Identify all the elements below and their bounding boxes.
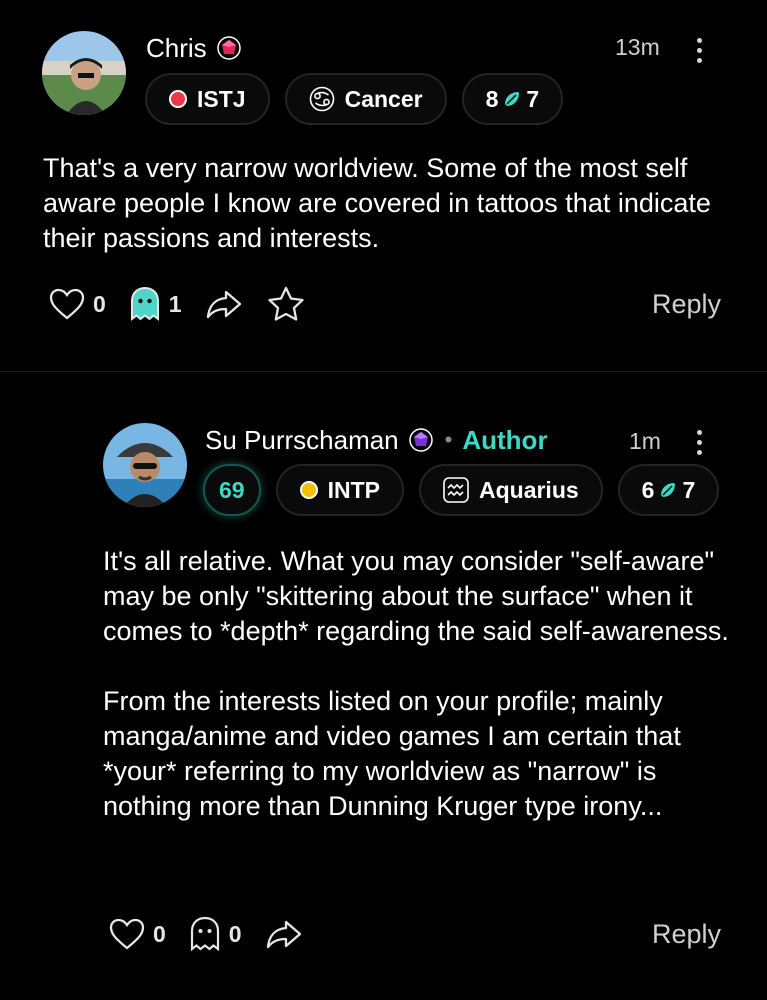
mbti-label: INTP [327,476,380,503]
mbti-badge[interactable]: INTP [275,464,404,516]
profile-badges: 69 INTP Aquarius 6 7 [203,464,720,516]
author-name[interactable]: Su Purrschaman [205,425,399,456]
enneagram-gem-icon [661,483,676,497]
zodiac-label: Aquarius [478,476,579,503]
author-tag: Author [462,424,548,455]
comment-body: It's all relative. What you may consider… [103,546,729,821]
share-button[interactable] [264,917,304,951]
enneagram-left: 6 [641,476,655,503]
avatar[interactable] [103,423,187,507]
score-badge[interactable]: 69 [203,464,261,516]
timestamp: 1m [629,428,661,454]
comment-su-purrschaman: Su Purrschaman • Author 1m 69 INTP Aquar… [0,0,767,1000]
zodiac-badge[interactable]: Aquarius [418,464,603,516]
score-value: 69 [219,476,245,503]
enneagram-right: 7 [682,476,696,503]
reply-button[interactable]: Reply [652,919,721,950]
aquarius-icon [443,477,469,503]
more-icon[interactable] [694,430,704,455]
ghost-button[interactable]: 0 [188,915,242,953]
author-row: Su Purrschaman • Author [205,422,548,458]
share-icon [266,920,301,949]
like-button[interactable]: 0 [108,917,166,951]
ghost-icon [190,916,219,952]
action-bar: 0 0 [108,915,326,953]
gem-icon [408,428,433,452]
enneagram-badge[interactable]: 6 7 [617,464,720,516]
ghost-count: 0 [228,920,242,947]
mbti-dot [299,481,318,499]
like-count: 0 [153,920,166,947]
separator-dot: • [444,427,453,452]
heart-icon [109,918,145,950]
